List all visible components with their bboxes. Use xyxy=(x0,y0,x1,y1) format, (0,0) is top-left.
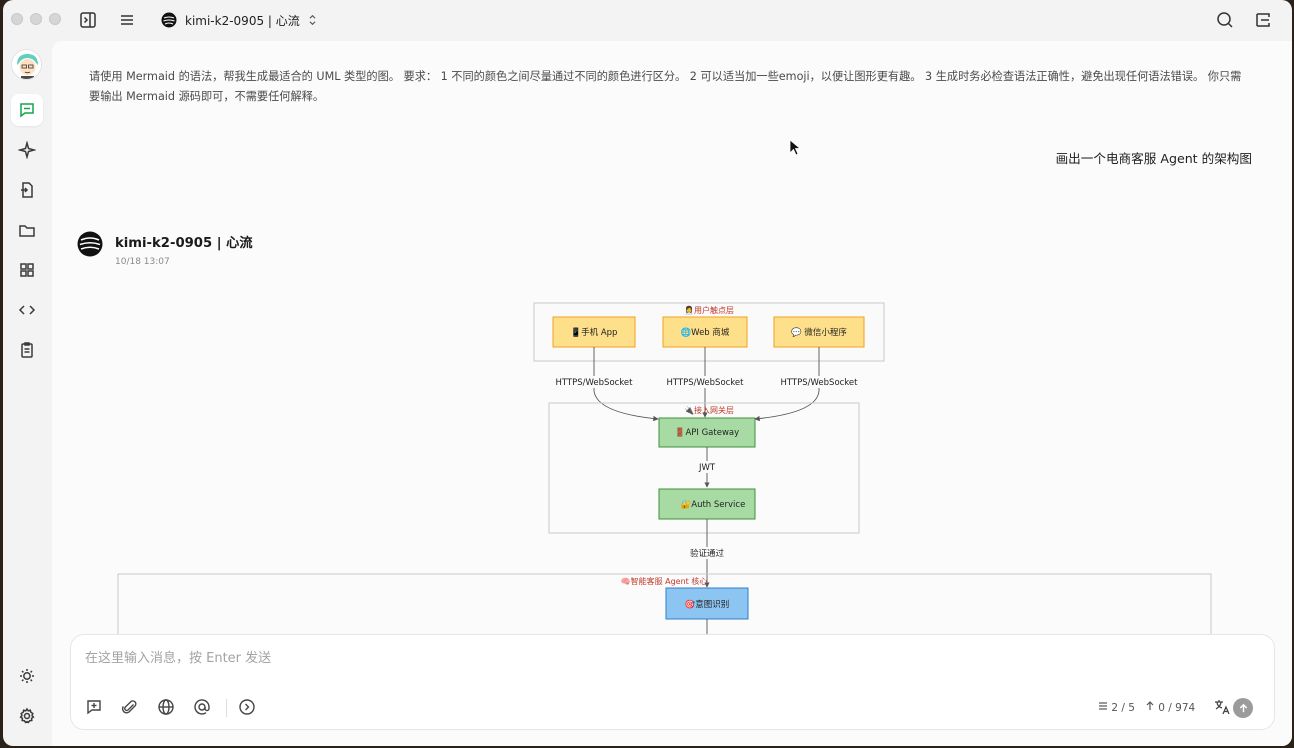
attach-button[interactable] xyxy=(121,698,141,718)
at-sign-icon xyxy=(194,699,210,715)
theme-toggle-button[interactable] xyxy=(11,660,43,692)
sidebar xyxy=(3,40,51,746)
user-avatar[interactable] xyxy=(11,49,42,80)
lines-icon xyxy=(1099,702,1107,710)
chevron-circle-icon xyxy=(239,699,255,715)
new-topic-button[interactable] xyxy=(85,698,105,718)
window-controls xyxy=(11,13,61,25)
node-auth-service-label: 🔐Auth Service xyxy=(681,499,746,510)
more-tools-button[interactable] xyxy=(238,698,258,718)
settings-button[interactable] xyxy=(11,700,43,732)
group-agent-core-label: 🧠智能客服 Agent 核心 xyxy=(621,576,708,586)
sidebar-item-code[interactable] xyxy=(11,294,43,326)
toggle-sidebar-icon[interactable] xyxy=(78,10,98,30)
node-intent-label: 🎯意图识别 xyxy=(685,599,730,610)
folder-icon xyxy=(19,225,35,237)
message-composer: 2 / 5 0 / 974 xyxy=(70,634,1275,730)
sidebar-item-notes[interactable] xyxy=(11,334,43,366)
model-selector[interactable]: kimi-k2-0905 | 心流 xyxy=(161,10,317,30)
model-title: kimi-k2-0905 | 心流 xyxy=(185,13,300,28)
context-count-value: 2 / 5 xyxy=(1111,702,1135,714)
token-count-value: 0 / 974 xyxy=(1158,702,1196,714)
sidebar-item-apps[interactable] xyxy=(11,254,43,286)
model-logo-icon xyxy=(161,12,177,28)
token-count: 0 / 974 xyxy=(1145,701,1195,714)
message-input[interactable] xyxy=(85,647,1185,669)
minimize-window-button[interactable] xyxy=(30,13,42,25)
sidebar-item-chat[interactable] xyxy=(11,94,43,126)
architecture-diagram: 👩‍💼用户触点层 📱手机 App 🌐Web 商城 💬 微信小程序 HTTPS/W… xyxy=(117,302,1212,661)
context-count: 2 / 5 xyxy=(1098,701,1135,714)
menu-icon[interactable] xyxy=(117,10,137,30)
sun-icon xyxy=(20,669,34,683)
node-api-gateway-label: 🚪API Gateway xyxy=(675,427,739,438)
composer-stats: 2 / 5 0 / 974 xyxy=(1098,701,1195,714)
translate-button[interactable] xyxy=(1213,698,1233,718)
composer-divider xyxy=(226,699,227,717)
group-gateway-layer-label: 🔌接入网关层 xyxy=(684,405,734,415)
send-arrow-icon xyxy=(1239,703,1247,712)
web-search-button[interactable] xyxy=(157,698,177,718)
grid-icon xyxy=(20,263,34,277)
chat-main: 请使用 Mermaid 的语法，帮我生成最适合的 UML 类型的图。 要求： 1… xyxy=(52,41,1292,746)
close-window-button[interactable] xyxy=(11,13,23,25)
edge-label-verified: 验证通过 xyxy=(690,548,725,559)
layout-panel-icon[interactable] xyxy=(1253,10,1273,30)
add-topic-icon xyxy=(87,700,101,715)
globe-icon xyxy=(158,699,174,715)
sidebar-item-files[interactable] xyxy=(11,174,43,206)
translate-icon xyxy=(1215,700,1230,715)
arrow-up-icon xyxy=(1146,701,1154,710)
group-user-layer-label: 👩‍💼用户触点层 xyxy=(684,305,734,315)
sparkle-icon xyxy=(18,141,36,159)
gear-icon xyxy=(19,707,35,724)
edge-label-https-3: HTTPS/WebSocket xyxy=(781,378,859,388)
titlebar: kimi-k2-0905 | 心流 xyxy=(3,0,1292,40)
file-swap-icon xyxy=(21,182,33,198)
node-web-store-label: 🌐Web 商城 xyxy=(681,327,730,338)
app-window: kimi-k2-0905 | 心流 请使用 Mermaid 的语法，帮我生成最适… xyxy=(3,0,1292,746)
clipboard-icon xyxy=(21,342,33,358)
search-icon[interactable] xyxy=(1215,10,1235,30)
chat-bubble-icon xyxy=(20,103,34,118)
maximize-window-button[interactable] xyxy=(49,13,61,25)
edge-label-https-2: HTTPS/WebSocket xyxy=(667,378,745,388)
code-icon xyxy=(18,305,36,315)
mention-button[interactable] xyxy=(193,698,213,718)
edge-label-https-1: HTTPS/WebSocket xyxy=(556,378,634,388)
edge-label-jwt: JWT xyxy=(698,463,716,473)
sidebar-item-agents[interactable] xyxy=(11,134,43,166)
send-button[interactable] xyxy=(1233,698,1253,718)
node-wechat-mini-label: 💬 微信小程序 xyxy=(791,327,847,338)
mouse-cursor-icon xyxy=(789,139,801,156)
chevron-updown-icon xyxy=(309,14,316,26)
paperclip-icon xyxy=(121,700,137,714)
node-mobile-app-label: 📱手机 App xyxy=(571,327,618,338)
sidebar-item-folders[interactable] xyxy=(11,214,43,246)
